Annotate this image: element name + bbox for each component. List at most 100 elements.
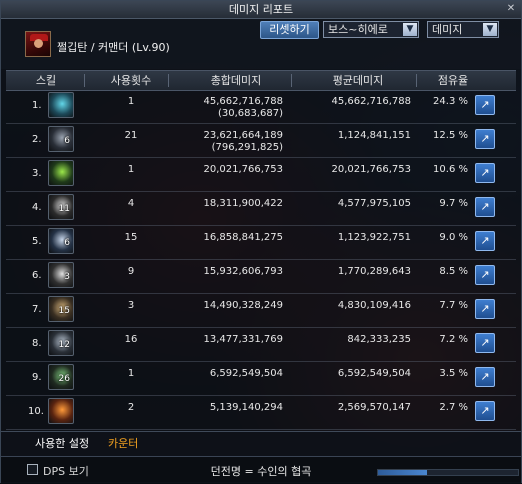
damage-share: 3.5 % [439,368,468,379]
total-damage: 15,932,606,793 [203,266,283,277]
table-row[interactable]: 2. 6 21 23,621,664,189 (796,291,825) 1,1… [6,124,516,158]
damage-share: 10.6 % [433,164,468,175]
rank: 2. [32,134,42,145]
skill-level: 6 [64,136,70,146]
total-damage: 23,621,664,189 [203,130,283,141]
use-count: 1 [127,96,135,107]
skill-icon: 12 [48,330,74,356]
use-count: 16 [124,334,138,345]
table-row[interactable]: 5. 6 15 16,858,841,275 1,123,922,751 9.0… [6,226,516,260]
total-damage: 20,021,766,753 [203,164,283,175]
table-row[interactable]: 1. 1 45,662,716,788 (30,683,687) 45,662,… [6,90,516,124]
average-damage: 1,124,841,151 [337,130,411,141]
total-damage: 5,139,140,294 [209,402,283,413]
skill-icon [48,398,74,424]
column-uses[interactable]: 사용횟수 [101,71,161,90]
skill-icon [48,92,74,118]
use-count: 1 [127,164,135,175]
share-icon[interactable]: ↗ [475,231,495,251]
progress-fill [378,470,427,475]
table-row[interactable]: 10. 2 5,139,140,294 2,569,570,147 2.7 % … [6,396,516,430]
damage-share: 2.7 % [439,402,468,413]
column-average-damage[interactable]: 평균데미지 [318,71,398,90]
rank: 8. [32,338,42,349]
total-damage: 6,592,549,504 [209,368,283,379]
tab-settings[interactable]: 사용한 설정 [35,436,89,452]
share-icon[interactable]: ↗ [475,299,495,319]
chevron-down-icon[interactable]: ▼ [483,23,497,36]
skill-icon: 11 [48,194,74,220]
column-total-damage[interactable]: 총합데미지 [196,71,276,90]
share-icon[interactable]: ↗ [475,367,495,387]
close-icon[interactable]: ✕ [505,3,517,15]
chevron-down-icon[interactable]: ▼ [403,23,417,36]
damage-share: 8.5 % [439,266,468,277]
rank: 3. [32,168,42,179]
share-icon[interactable]: ↗ [475,401,495,421]
total-damage: 16,858,841,275 [203,232,283,243]
skill-level: 3 [64,272,70,282]
tab-counter[interactable]: 카운터 [108,436,138,452]
rank: 1. [32,100,42,111]
skill-icon: 3 [48,262,74,288]
title-bar[interactable]: 데미지 리포트 ✕ [1,1,521,19]
character-portrait [25,31,51,57]
average-damage: 2,569,570,147 [337,402,411,413]
rank: 4. [32,202,42,213]
damage-share: 7.7 % [439,300,468,311]
skill-icon: 6 [48,228,74,254]
table-row[interactable]: 4. 11 4 18,311,900,422 4,577,975,105 9.7… [6,192,516,226]
use-count: 3 [127,300,135,311]
average-damage: 842,333,235 [347,334,411,345]
rank: 5. [32,236,42,247]
damage-share: 12.5 % [433,130,468,141]
total-damage-sub: (30,683,687) [217,108,283,119]
table-row[interactable]: 6. 3 9 15,932,606,793 1,770,289,643 8.5 … [6,260,516,294]
reset-button[interactable]: 리셋하기 [260,21,319,39]
bottom-tabs: 사용한 설정 카운터 [1,431,521,456]
metric-dropdown[interactable]: 데미지 ▼ [427,21,499,38]
target-dropdown-value: 보스~히에로 [328,23,388,36]
use-count: 4 [127,198,135,209]
share-icon[interactable]: ↗ [475,95,495,115]
character-name: 쩔깁탄 / 커맨더 (Lv.90) [57,41,170,54]
damage-share: 9.7 % [439,198,468,209]
use-count: 1 [127,368,135,379]
damage-share: 9.0 % [439,232,468,243]
share-icon[interactable]: ↗ [475,129,495,149]
rank: 10. [28,406,44,417]
use-count: 15 [124,232,138,243]
table-row[interactable]: 8. 12 16 13,477,331,769 842,333,235 7.2 … [6,328,516,362]
table-row[interactable]: 9. 26 1 6,592,549,504 6,592,549,504 3.5 … [6,362,516,396]
share-icon[interactable]: ↗ [475,197,495,217]
column-skill[interactable]: 스킬 [26,71,66,90]
use-count: 9 [127,266,135,277]
share-icon[interactable]: ↗ [475,333,495,353]
metric-dropdown-value: 데미지 [432,23,463,36]
skill-level: 26 [58,374,70,384]
total-damage: 14,490,328,249 [203,300,283,311]
total-damage: 45,662,716,788 [203,96,283,107]
target-dropdown[interactable]: 보스~히에로 ▼ [323,21,419,38]
total-damage: 13,477,331,769 [203,334,283,345]
average-damage: 1,770,289,643 [337,266,411,277]
use-count: 21 [124,130,138,141]
average-damage: 4,830,109,416 [337,300,411,311]
skill-icon: 6 [48,126,74,152]
skill-icon: 15 [48,296,74,322]
skill-level: 11 [58,204,70,214]
table-row[interactable]: 7. 15 3 14,490,328,249 4,830,109,416 7.7… [6,294,516,328]
skill-icon [48,160,74,186]
window-title: 데미지 리포트 [228,3,294,16]
table-row[interactable]: 3. 1 20,021,766,753 20,021,766,753 10.6 … [6,158,516,192]
total-damage: 18,311,900,422 [203,198,283,209]
column-share[interactable]: 점유율 [431,71,475,90]
skill-icon: 26 [48,364,74,390]
rank: 7. [32,304,42,315]
report-footer: DPS 보기 던전명 = 수인의 협곡 [1,456,521,484]
skill-level: 6 [64,238,70,248]
total-damage-sub: (796,291,825) [211,142,283,153]
share-icon[interactable]: ↗ [475,163,495,183]
share-icon[interactable]: ↗ [475,265,495,285]
average-damage: 20,021,766,753 [331,164,411,175]
